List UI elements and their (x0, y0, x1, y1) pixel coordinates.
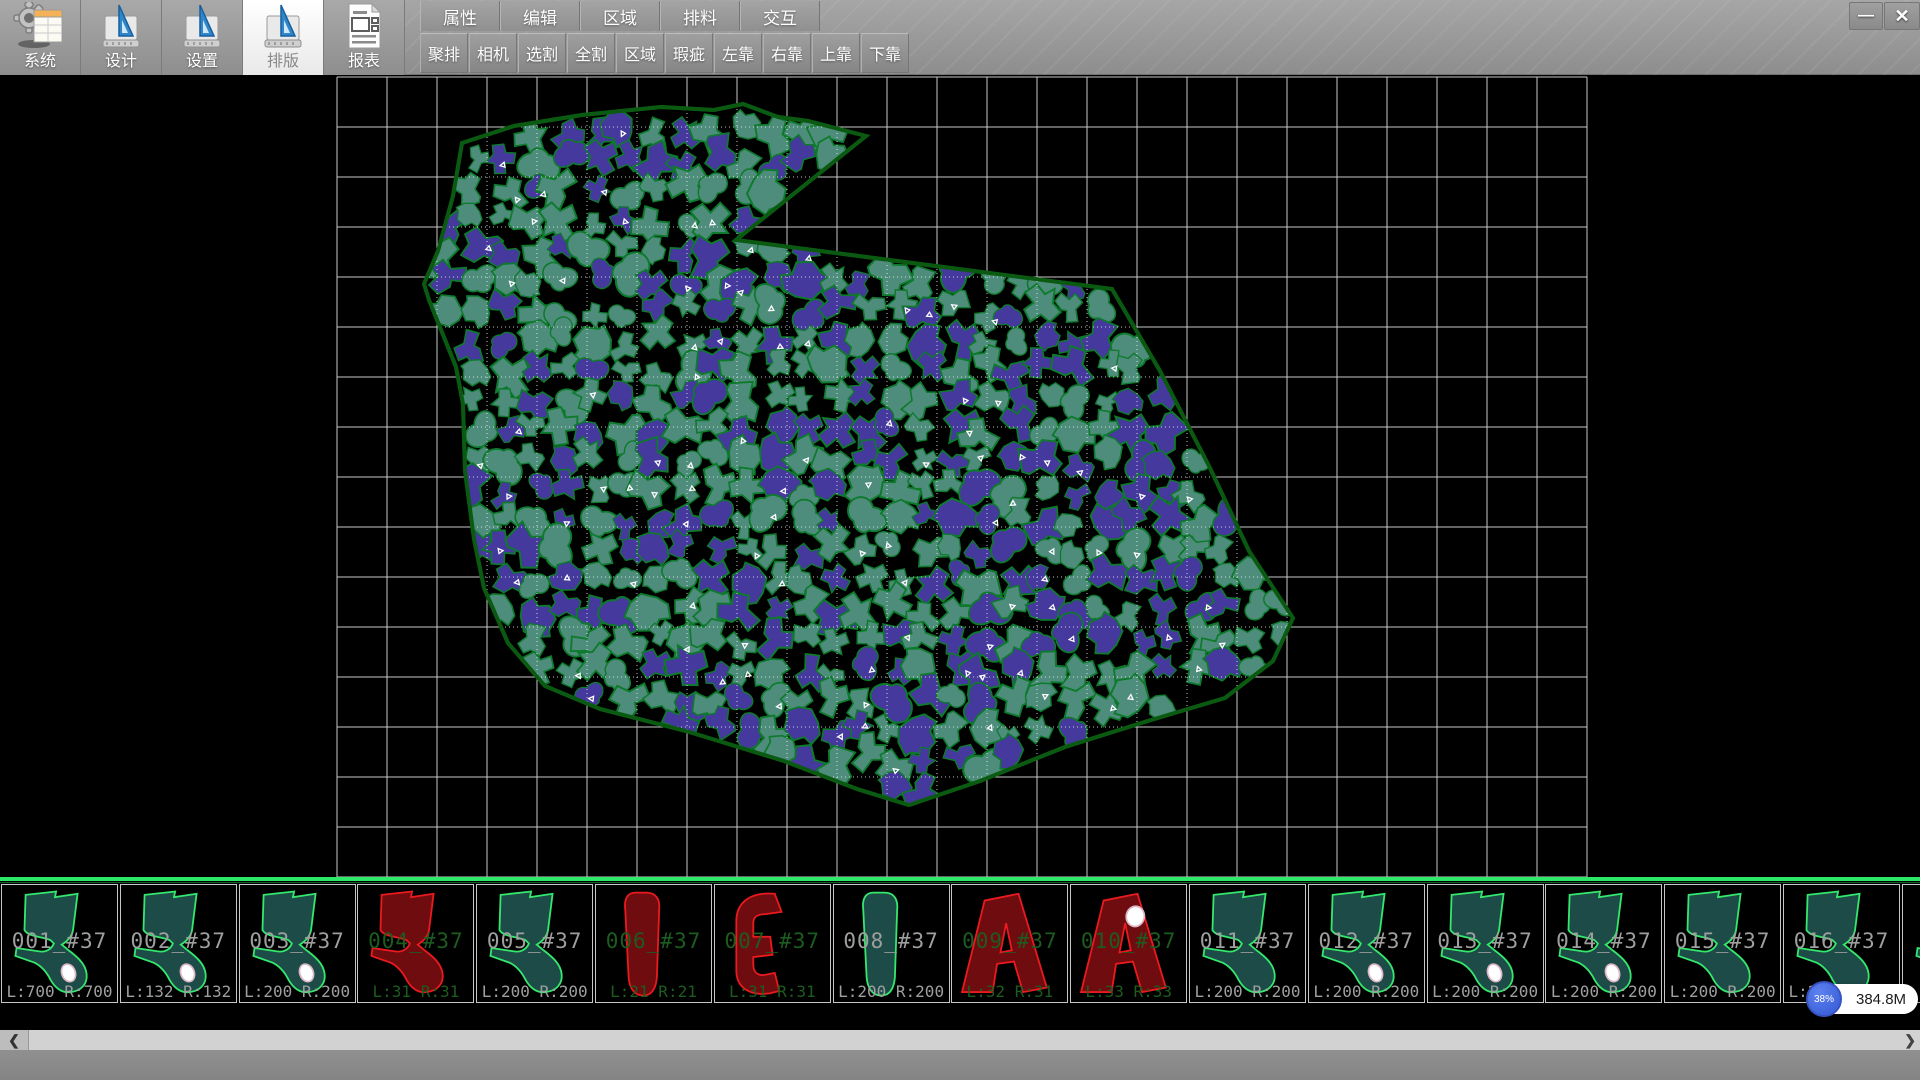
menu-tab-排料[interactable]: 排料 (660, 1, 740, 31)
strip-piece-counts: L:31 R:31 (358, 982, 473, 1001)
strip-piece-counts: L:200 R:200 (477, 982, 592, 1001)
strip-piece-014_#37[interactable]: 014_#37 L:200 R:200 (1545, 884, 1662, 1003)
strip-piece-id: 010_#37 (1071, 929, 1186, 953)
laptop-ruler-icon (255, 2, 311, 52)
strip-piece-010_#37[interactable]: 010_#37 L:33 R:33 (1070, 884, 1187, 1003)
toolbar-button-设置[interactable]: 设置 (162, 0, 243, 75)
strip-piece-id: 011_#37 (1190, 929, 1305, 953)
strip-piece-id: 015_#37 (1665, 929, 1780, 953)
toolbar-button-label: 设置 (186, 52, 218, 72)
horizontal-scrollbar[interactable]: ❮ ❯ (0, 1030, 1920, 1050)
strip-piece-003_#37[interactable]: 003_#37 L:200 R:200 (239, 884, 356, 1003)
strip-piece-id: 01 (1903, 929, 1920, 953)
strip-piece-012_#37[interactable]: 012_#37 L:200 R:200 (1308, 884, 1425, 1003)
strip-piece-id: 007_#37 (715, 929, 830, 953)
laptop-ruler-icon (93, 2, 149, 52)
nesting-canvas-svg (0, 75, 1920, 877)
strip-piece-counts: L:200 R:200 (1546, 982, 1661, 1001)
laptop-ruler-icon (174, 2, 230, 52)
app-window: 系统 设计 设置 排版 报表 属性编辑区域排料交互 聚排相机选割全割区域瑕疵左靠… (0, 0, 1920, 1080)
memory-usage-value: 384.8M (1856, 991, 1906, 1008)
tool-button-左靠[interactable]: 左靠 (714, 33, 762, 73)
toolbar-button-label: 排版 (267, 52, 299, 72)
menu-tab-交互[interactable]: 交互 (740, 1, 820, 31)
strip-piece-counts: L:21 R:21 (596, 982, 711, 1001)
strip-piece-008_#37[interactable]: 008_#37 L:200 R:200 (833, 884, 950, 1003)
strip-piece-counts: L:132 R:132 (121, 982, 236, 1001)
tool-button-右靠[interactable]: 右靠 (763, 33, 811, 73)
strip-piece-id: 004_#37 (358, 929, 473, 953)
piece-film-strip: 001_#37L:700 R:700002_#37L:132 R:132003_… (0, 877, 1920, 1030)
report-icon (336, 2, 392, 52)
menu-tab-区域[interactable]: 区域 (580, 1, 660, 31)
strip-top-green-line-2 (0, 882, 1920, 883)
strip-piece-011_#37[interactable]: 011_#37 L:200 R:200 (1189, 884, 1306, 1003)
strip-piece-005_#37[interactable]: 005_#37 L:200 R:200 (476, 884, 593, 1003)
toolbar-button-label: 系统 (24, 52, 56, 72)
toolbar-button-设计[interactable]: 设计 (81, 0, 162, 75)
strip-piece-id: 006_#37 (596, 929, 711, 953)
toolbar-button-label: 报表 (348, 52, 380, 72)
toolbar-button-排版[interactable]: 排版 (243, 0, 324, 75)
strip-piece-id: 014_#37 (1546, 929, 1661, 953)
tool-button-上靠[interactable]: 上靠 (812, 33, 860, 73)
toolbar-button-报表[interactable]: 报表 (324, 0, 405, 75)
tool-button-区域[interactable]: 区域 (616, 33, 664, 73)
menu-tab-编辑[interactable]: 编辑 (500, 1, 580, 31)
strip-piece-002_#37[interactable]: 002_#37 L:132 R:132 (120, 884, 237, 1003)
scroll-left-button[interactable]: ❮ (0, 1030, 29, 1050)
strip-piece-id: 001_#37 (2, 929, 117, 953)
strip-piece-counts: L:200 R:200 (1190, 982, 1305, 1001)
strip-piece-004_#37[interactable]: 004_#37 L:31 R:31 (357, 884, 474, 1003)
strip-piece-id: 005_#37 (477, 929, 592, 953)
menu-tab-属性[interactable]: 属性 (420, 1, 500, 31)
strip-top-green-line (0, 877, 1920, 881)
strip-piece-counts: L:33 R:33 (1071, 982, 1186, 1001)
strip-piece-015_#37[interactable]: 015_#37 L:200 R:200 (1664, 884, 1781, 1003)
tool-button-相机[interactable]: 相机 (469, 33, 517, 73)
strip-piece-id: 003_#37 (240, 929, 355, 953)
strip-piece-id: 008_#37 (834, 929, 949, 953)
strip-piece-counts: L:32 R:31 (952, 982, 1067, 1001)
strip-piece-id: 012_#37 (1309, 929, 1424, 953)
status-bar (0, 1050, 1920, 1080)
strip-piece-id: 002_#37 (121, 929, 236, 953)
main-toolbar: 系统 设计 设置 排版 报表 属性编辑区域排料交互 聚排相机选割全割区域瑕疵左靠… (0, 0, 1920, 75)
tool-button-瑕疵[interactable]: 瑕疵 (665, 33, 713, 73)
strip-piece-001_#37[interactable]: 001_#37 L:700 R:700 (1, 884, 118, 1003)
tool-button-聚排[interactable]: 聚排 (420, 33, 468, 73)
strip-piece-counts: L:31 R:31 (715, 982, 830, 1001)
strip-piece-id: 013_#37 (1428, 929, 1543, 953)
strip-piece-009_#37[interactable]: 009_#37 L:32 R:31 (951, 884, 1068, 1003)
tool-button-全割[interactable]: 全割 (567, 33, 615, 73)
toolbar-button-系统[interactable]: 系统 (0, 0, 81, 75)
gear-table-icon (12, 2, 68, 52)
minimize-button[interactable]: — (1849, 2, 1883, 30)
close-button[interactable]: ✕ (1884, 2, 1920, 30)
strip-piece-id: 016_#37 (1784, 929, 1899, 953)
scroll-right-button[interactable]: ❯ (1904, 1030, 1916, 1050)
tool-button-下靠[interactable]: 下靠 (861, 33, 909, 73)
strip-piece-007_#37[interactable]: 007_#37 L:31 R:31 (714, 884, 831, 1003)
strip-piece-counts: L:200 R:200 (1428, 982, 1543, 1001)
strip-piece-counts: L:700 R:700 (2, 982, 117, 1001)
tool-button-选割[interactable]: 选割 (518, 33, 566, 73)
strip-piece-counts: L:200 R:200 (1665, 982, 1780, 1001)
strip-piece-counts: L:200 R:200 (1309, 982, 1424, 1001)
strip-piece-013_#37[interactable]: 013_#37 L:200 R:200 (1427, 884, 1544, 1003)
progress-circle[interactable]: 38% (1806, 981, 1842, 1017)
strip-piece-counts: L:200 R:200 (834, 982, 949, 1001)
strip-piece-id: 009_#37 (952, 929, 1067, 953)
toolbar-button-label: 设计 (105, 52, 137, 72)
strip-piece-006_#37[interactable]: 006_#37 L:21 R:21 (595, 884, 712, 1003)
nesting-canvas[interactable] (0, 75, 1920, 877)
strip-piece-counts: L:200 R:200 (240, 982, 355, 1001)
